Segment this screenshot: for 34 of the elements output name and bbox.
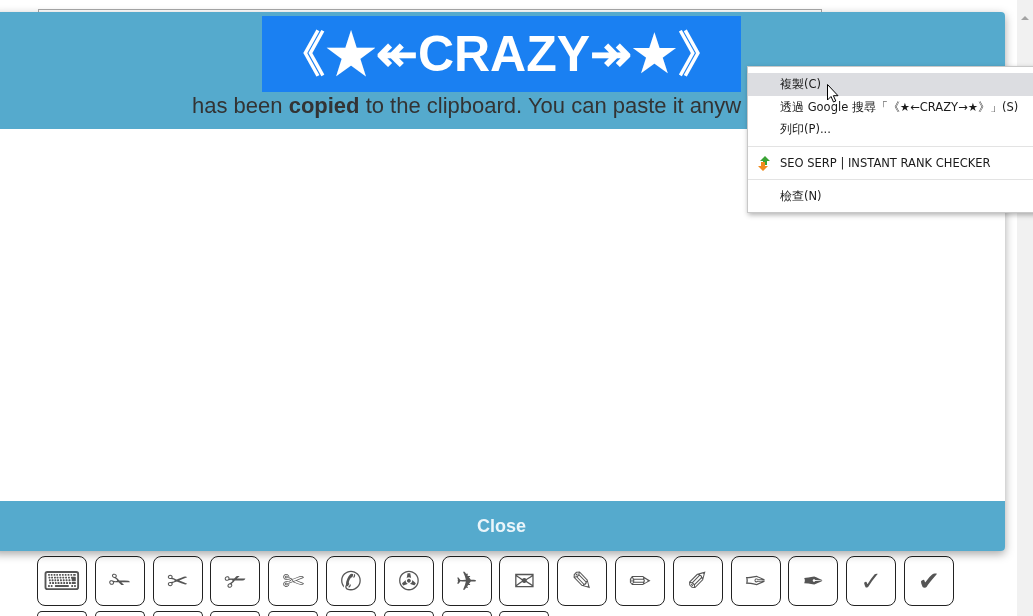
symbol-button[interactable]: ⌨ [37, 556, 87, 606]
symbol-button[interactable]: ✃ [210, 556, 261, 606]
symbol-button[interactable] [383, 611, 434, 616]
symbol-button[interactable]: ✄ [268, 556, 319, 606]
symbol-button[interactable]: ✁ [94, 556, 145, 606]
symbol-button[interactable] [268, 611, 319, 616]
symbol-button[interactable]: ✂ [152, 556, 203, 606]
symbol-button[interactable] [152, 611, 203, 616]
symbol-button[interactable]: ✆ [326, 556, 376, 606]
symbol-button[interactable]: ✓ [846, 556, 897, 606]
symbol-button[interactable]: ✇ [383, 556, 434, 606]
symbol-button[interactable]: ✐ [672, 556, 723, 606]
symbol-button[interactable]: ✈ [441, 556, 492, 606]
symbol-button[interactable]: ✑ [730, 556, 781, 606]
up-down-arrows-icon [757, 155, 771, 171]
symbol-button[interactable]: ✎ [557, 556, 608, 606]
symbol-button[interactable] [94, 611, 145, 616]
symbol-button[interactable] [326, 611, 376, 616]
menu-item[interactable]: SEO SERP | INSTANT RANK CHECKER [748, 151, 1033, 174]
menu-item[interactable]: 透過 Google 搜尋「《★←CRAZY→★》」(S) [748, 95, 1033, 118]
mouse-cursor-icon [827, 84, 839, 103]
symbol-button[interactable]: ✔ [903, 556, 954, 606]
menu-item[interactable]: 列印(P)... [748, 118, 1033, 141]
menu-item[interactable]: 檢查(N) [748, 185, 1033, 208]
symbol-button[interactable]: ✒ [788, 556, 839, 606]
symbol-button[interactable] [210, 611, 261, 616]
symbol-button[interactable] [499, 611, 550, 616]
symbol-button[interactable]: ✉ [499, 556, 550, 606]
symbol-button[interactable] [37, 611, 87, 616]
menu-item[interactable]: 複製(C) [748, 73, 1033, 96]
copied-text: 《★↞CRAZY↠★》 [261, 16, 742, 92]
symbol-button[interactable]: ✏ [614, 556, 665, 606]
symbol-button[interactable] [441, 611, 492, 616]
copied-message: has been copied to the clipboard. You can paste it anyw [192, 92, 742, 120]
